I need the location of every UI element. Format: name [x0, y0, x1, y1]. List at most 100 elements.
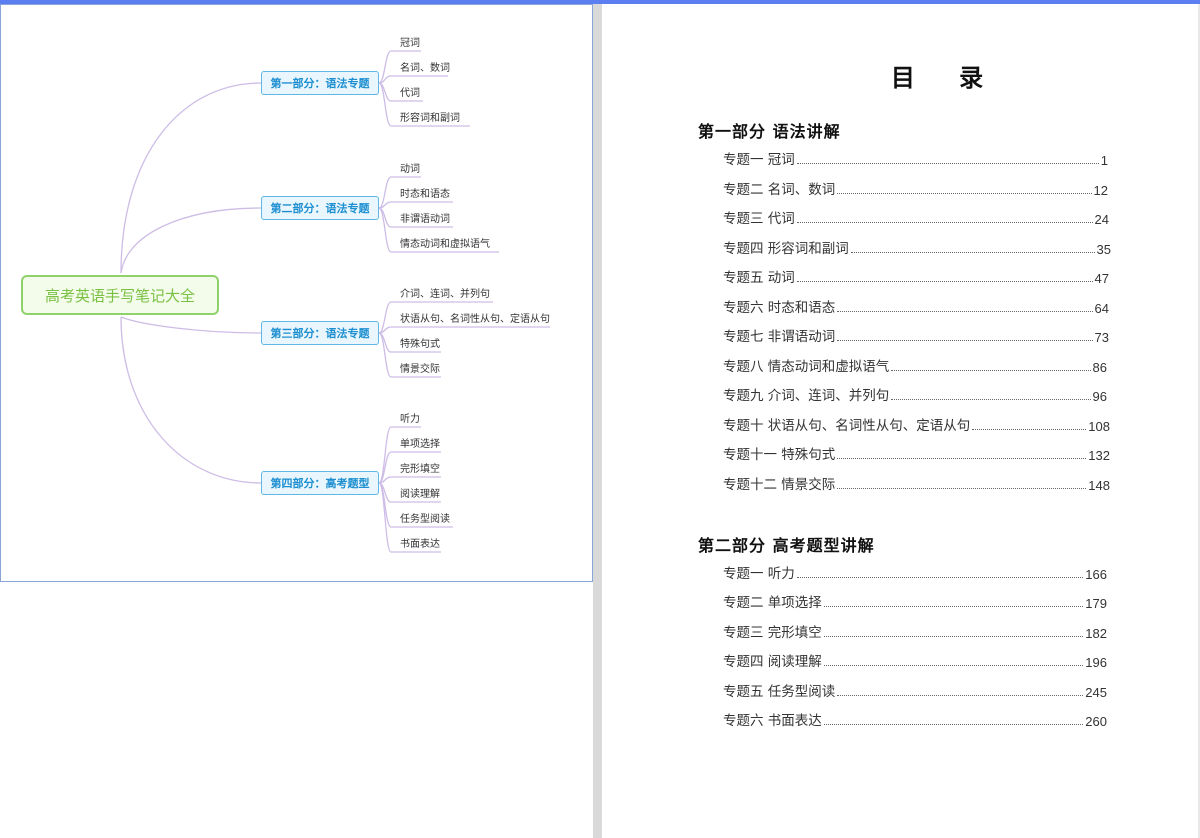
toc-entry-label: 专题十 状语从句、名词性从句、定语从句: [723, 418, 971, 434]
toc-page-number: 47: [1094, 271, 1109, 286]
toc-page-number: 108: [1088, 419, 1110, 434]
toc-entry-label: 专题二 名词、数词: [723, 182, 836, 198]
toc-page-number: 24: [1094, 212, 1109, 227]
mindmap-leaf[interactable]: 阅读理解: [400, 489, 440, 501]
toc-leader-dots: [796, 280, 1093, 282]
mindmap-page[interactable]: 高考英语手写笔记大全 第一部分：语法专题 第二部分：语法专题 第三部分：语法专题…: [0, 4, 593, 838]
toc-leader-dots: [891, 398, 1091, 400]
toc-entry-label: 专题五 任务型阅读: [723, 684, 836, 700]
toc-leader-dots: [837, 457, 1087, 459]
mindmap-leaf[interactable]: 代词: [400, 88, 420, 100]
toc-leader-dots: [837, 487, 1087, 489]
toc-page-number: 245: [1085, 685, 1107, 700]
toc-leader-dots: [850, 251, 1095, 253]
toc-entry[interactable]: 专题三 代词 24: [723, 207, 1109, 227]
toc-section-title: 第一部分 语法讲解: [698, 122, 841, 141]
toc-entry-label: 专题九 介词、连词、并列句: [723, 388, 890, 404]
toc-entry-label: 专题四 形容词和副词: [723, 241, 849, 257]
toc-leader-dots: [823, 664, 1084, 666]
mindmap-leaf[interactable]: 完形填空: [400, 464, 440, 476]
toc-entry[interactable]: 专题二 名词、数词 12: [723, 178, 1108, 198]
toc-entry-label: 专题六 时态和语态: [723, 300, 836, 316]
mindmap-leaf[interactable]: 形容词和副词: [400, 113, 460, 125]
mindmap-leaf[interactable]: 介词、连词、并列句: [400, 289, 490, 301]
toc-entry[interactable]: 专题三 完形填空 182: [723, 621, 1107, 641]
mindmap-root-node[interactable]: 高考英语手写笔记大全: [21, 275, 219, 315]
toc-entry[interactable]: 专题十二 情景交际 148: [723, 473, 1110, 493]
toc-entry[interactable]: 专题四 阅读理解 196: [723, 650, 1107, 670]
mindmap-leaf[interactable]: 冠词: [400, 38, 420, 50]
toc-leader-dots: [796, 576, 1084, 578]
mindmap-leaf[interactable]: 情态动词和虚拟语气: [400, 239, 490, 251]
toc-leader-dots: [796, 221, 1093, 223]
toc-leader-dots: [837, 339, 1093, 341]
toc-entry[interactable]: 专题一 冠词 1: [723, 148, 1108, 168]
toc-page-number: 148: [1088, 478, 1110, 493]
mindmap-leaf[interactable]: 特殊句式: [400, 339, 440, 351]
toc-leader-dots: [823, 635, 1084, 637]
toc-page[interactable]: 目 录 第一部分 语法讲解 专题一 冠词 1 专题二 名词、数词 12 专题三 代词…: [602, 4, 1198, 838]
toc-title: 目 录: [890, 64, 1002, 92]
toc-page-number: 260: [1085, 714, 1107, 729]
toc-leader-dots: [972, 428, 1087, 430]
toc-leader-dots: [796, 162, 1099, 164]
mindmap-leaf[interactable]: 时态和语态: [400, 189, 450, 201]
mindmap-leaf[interactable]: 非谓语动词: [400, 214, 450, 226]
toc-leader-dots: [837, 694, 1084, 696]
toc-entry[interactable]: 专题四 形容词和副词 35: [723, 237, 1111, 257]
mindmap-leaf[interactable]: 书面表达: [400, 539, 440, 551]
mindmap-leaf[interactable]: 任务型阅读: [400, 514, 450, 526]
mindmap-leaf[interactable]: 情景交际: [400, 364, 440, 376]
toc-entry-label: 专题一 冠词: [723, 152, 795, 168]
toc-entry[interactable]: 专题一 听力 166: [723, 562, 1107, 582]
mindmap-part-3[interactable]: 第三部分：语法专题: [261, 321, 379, 345]
toc-page-number: 182: [1085, 626, 1107, 641]
toc-page-number: 1: [1100, 153, 1108, 168]
toc-page-number: 166: [1085, 567, 1107, 582]
toc-entry[interactable]: 专题七 非谓语动词 73: [723, 325, 1109, 345]
toc-leader-dots: [823, 723, 1084, 725]
mindmap-frame: 高考英语手写笔记大全 第一部分：语法专题 第二部分：语法专题 第三部分：语法专题…: [0, 4, 593, 582]
toc-page-number: 196: [1085, 655, 1107, 670]
toc-page-number: 179: [1085, 596, 1107, 611]
toc-entry-label: 专题七 非谓语动词: [723, 329, 836, 345]
toc-page-number: 64: [1094, 301, 1109, 316]
toc-entry-label: 专题六 书面表达: [723, 713, 822, 729]
mindmap-part-4[interactable]: 第四部分：高考题型: [261, 471, 379, 495]
toc-entry-label: 专题十一 特殊句式: [723, 447, 836, 463]
toc-entry[interactable]: 专题五 任务型阅读 245: [723, 680, 1107, 700]
toc-entry-label: 专题四 阅读理解: [723, 654, 822, 670]
page-gutter: [593, 4, 602, 838]
toc-section-title: 第二部分 高考题型讲解: [698, 536, 875, 555]
toc-page-number: 96: [1092, 389, 1107, 404]
toc-entry-label: 专题三 完形填空: [723, 625, 822, 641]
mindmap-leaf[interactable]: 动词: [400, 164, 420, 176]
toc-page-number: 132: [1088, 448, 1110, 463]
toc-page-number: 35: [1096, 242, 1111, 257]
toc-page-number: 12: [1093, 183, 1108, 198]
toc-entry-label: 专题三 代词: [723, 211, 795, 227]
toc-leader-dots: [891, 369, 1091, 371]
toc-entry[interactable]: 专题六 时态和语态 64: [723, 296, 1109, 316]
toc-leader-dots: [823, 605, 1084, 607]
mindmap-leaf[interactable]: 单项选择: [400, 439, 440, 451]
mindmap-leaf[interactable]: 名词、数词: [400, 63, 450, 75]
toc-entry[interactable]: 专题八 情态动词和虚拟语气 86: [723, 355, 1107, 375]
toc-page-number: 73: [1094, 330, 1109, 345]
toc-entry-label: 专题八 情态动词和虚拟语气: [723, 359, 890, 375]
toc-entry[interactable]: 专题十 状语从句、名词性从句、定语从句 108: [723, 414, 1110, 434]
toc-entry[interactable]: 专题二 单项选择 179: [723, 591, 1107, 611]
toc-entry[interactable]: 专题五 动词 47: [723, 266, 1109, 286]
mindmap-leaf[interactable]: 听力: [400, 414, 420, 426]
toc-entry[interactable]: 专题十一 特殊句式 132: [723, 443, 1110, 463]
toc-leader-dots: [837, 192, 1092, 194]
mindmap-leaf[interactable]: 状语从句、名词性从句、定语从句: [400, 314, 550, 326]
toc-entry-label: 专题二 单项选择: [723, 595, 822, 611]
mindmap-part-1[interactable]: 第一部分：语法专题: [261, 71, 379, 95]
toc-entry-label: 专题一 听力: [723, 566, 795, 582]
toc-entry[interactable]: 专题九 介词、连词、并列句 96: [723, 384, 1107, 404]
toc-entry[interactable]: 专题六 书面表达 260: [723, 709, 1107, 729]
toc-entry-label: 专题十二 情景交际: [723, 477, 836, 493]
toc-page-number: 86: [1092, 360, 1107, 375]
mindmap-part-2[interactable]: 第二部分：语法专题: [261, 196, 379, 220]
